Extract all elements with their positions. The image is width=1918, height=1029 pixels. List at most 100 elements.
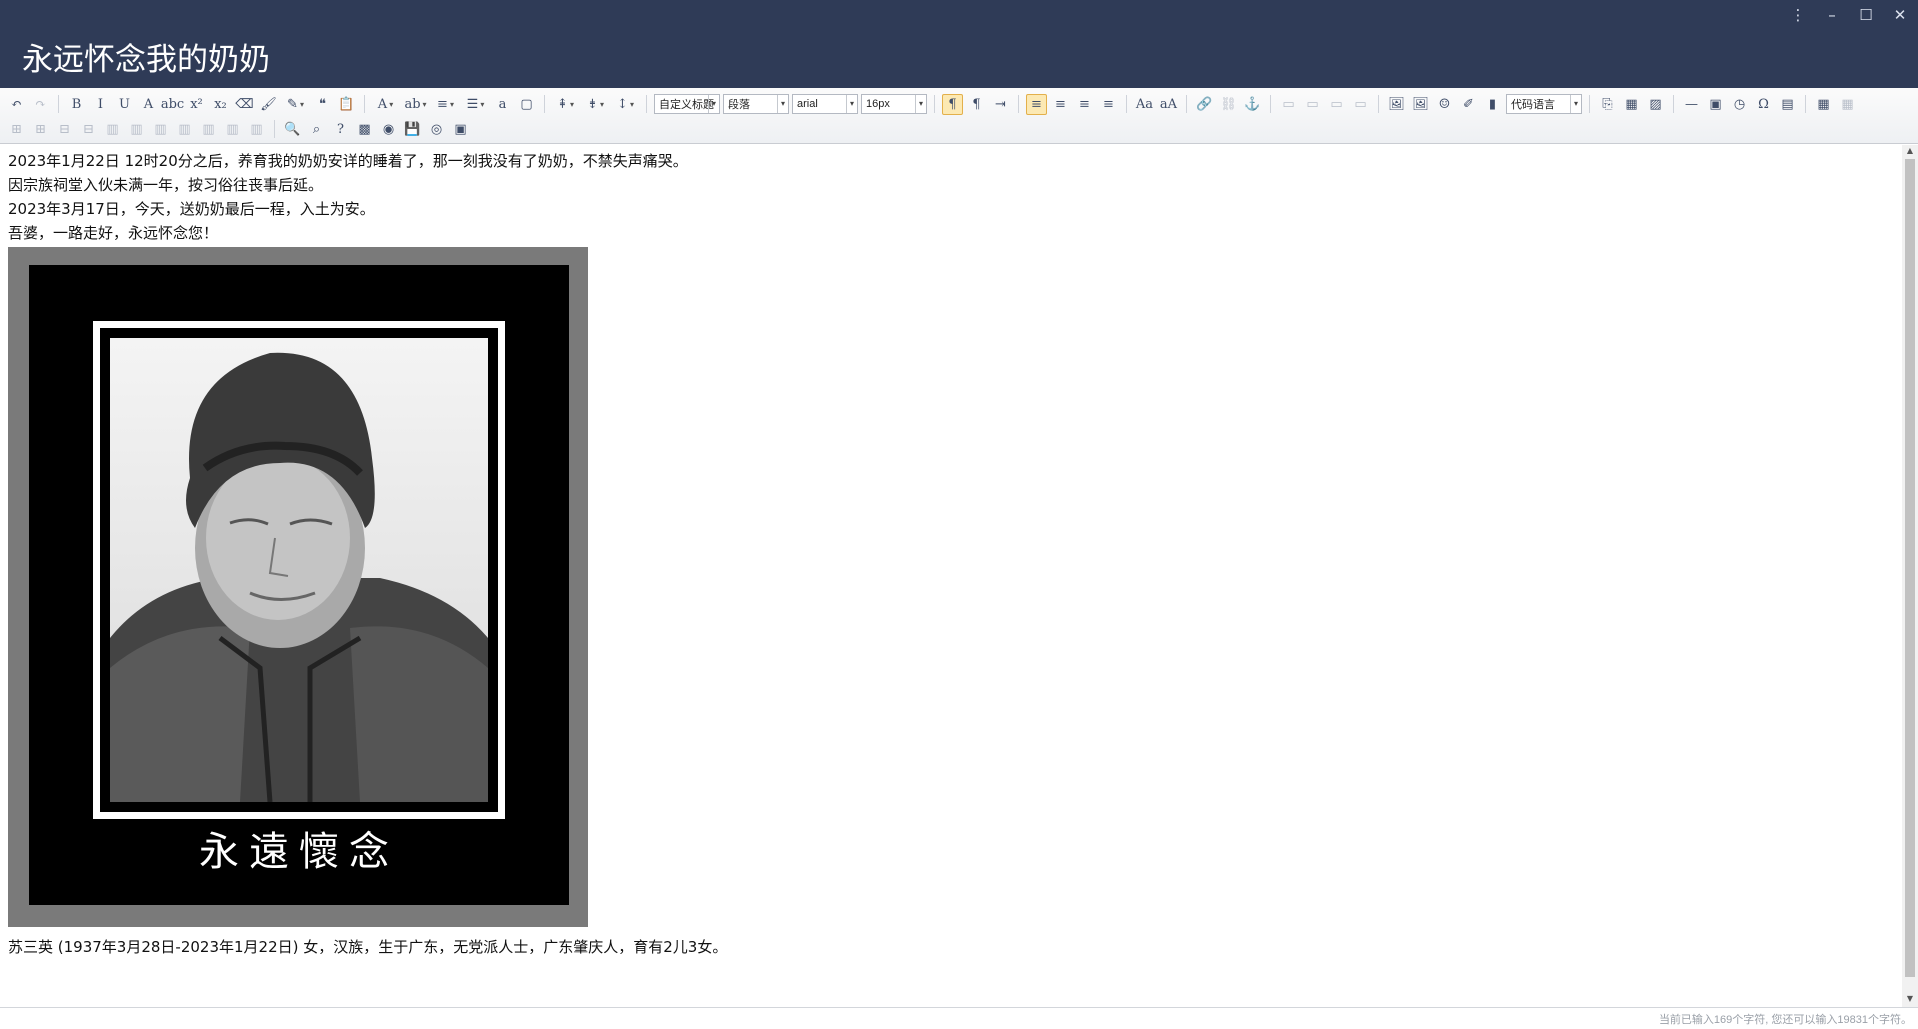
code-language-select[interactable]: 代码语言 — [1506, 94, 1582, 114]
close-icon[interactable]: ✕ — [1890, 4, 1910, 26]
highlight-color-icon[interactable]: ab — [402, 94, 429, 115]
scroll-up-icon[interactable]: ▲ — [1902, 146, 1918, 158]
split-cols-icon[interactable]: ▥ — [222, 119, 243, 140]
insert-video-icon[interactable]: ▮ — [1482, 94, 1503, 115]
align-right-icon[interactable]: ≡ — [1074, 94, 1095, 115]
toolbar-separator — [364, 95, 365, 113]
insert-col-icon[interactable]: ⊞ — [30, 119, 51, 140]
anchor-icon[interactable]: ⚓ — [1242, 94, 1263, 115]
italic-icon[interactable]: I — [90, 94, 111, 115]
help-icon[interactable]: ? — [330, 119, 351, 140]
autosave-icon[interactable]: ◉ — [378, 119, 399, 140]
merge-right-icon[interactable]: ▥ — [126, 119, 147, 140]
portrait-frame — [93, 321, 505, 819]
font-border-icon[interactable]: A — [138, 94, 159, 115]
auto-typeset-icon[interactable]: ✎ — [282, 94, 309, 115]
scrawl-icon[interactable]: ✐ — [1458, 94, 1479, 115]
clear-doc-icon[interactable]: ▢ — [516, 94, 537, 115]
editor-content[interactable]: 2023年1月22日 12时20分之后，养育我的奶奶安详的睡着了，那一刻我没有了… — [8, 149, 727, 959]
image-right-icon[interactable]: ▭ — [1326, 94, 1347, 115]
image-none-glyph: ▭ — [1282, 96, 1295, 112]
rtl-icon[interactable]: ¶ — [966, 94, 987, 115]
image-none-icon[interactable]: ▭ — [1278, 94, 1299, 115]
ordered-list-icon[interactable]: ≡ — [432, 94, 459, 115]
fullscreen-icon[interactable]: ▣ — [450, 119, 471, 140]
select-all-icon[interactable]: a — [492, 94, 513, 115]
subscript-icon[interactable]: x₂ — [210, 94, 231, 115]
image-center-icon[interactable]: ▭ — [1350, 94, 1371, 115]
minimize-icon[interactable]: – — [1822, 4, 1842, 26]
emotion-icon[interactable]: ☺ — [1434, 94, 1455, 115]
simple-upload-icon[interactable]: 🖼 — [1386, 94, 1407, 115]
underline-icon[interactable]: U — [114, 94, 135, 115]
image-center-glyph: ▭ — [1354, 96, 1367, 112]
simple-upload-glyph: 🖼 — [1388, 96, 1405, 112]
line-height-glyph: ↕ — [617, 96, 628, 112]
indent-icon[interactable]: ⇥ — [990, 94, 1011, 115]
lowercase-icon[interactable]: aA — [1158, 94, 1179, 115]
strikethrough-icon[interactable]: abc — [161, 94, 184, 115]
bold-icon[interactable]: B — [66, 94, 87, 115]
uppercase-icon[interactable]: Aa — [1134, 94, 1155, 115]
save-icon[interactable]: 💾 — [402, 119, 423, 140]
align-justify-icon[interactable]: ≡ — [1098, 94, 1119, 115]
redo-icon[interactable]: ↷ — [30, 94, 51, 115]
time-icon[interactable]: ◷ — [1729, 94, 1750, 115]
align-center-icon[interactable]: ≡ — [1050, 94, 1071, 115]
align-left-icon[interactable]: ≡ — [1026, 93, 1047, 115]
unlink-icon[interactable]: ⛓ — [1218, 94, 1239, 115]
font-size-select[interactable]: 16px — [861, 94, 927, 114]
split-rows-icon[interactable]: ▥ — [198, 119, 219, 140]
row-spacing-top-icon[interactable]: ⇞ — [552, 94, 579, 115]
scroll-down-icon[interactable]: ▼ — [1902, 994, 1918, 1006]
unordered-list-icon[interactable]: ☰ — [462, 94, 489, 115]
blockquote-icon[interactable]: ❝ — [312, 94, 333, 115]
row-spacing-bottom-glyph: ⇟ — [587, 96, 598, 112]
ordered-list-glyph: ≡ — [437, 96, 448, 112]
paragraph-select[interactable]: 段落 — [723, 94, 789, 114]
image-manage-icon[interactable]: ▩ — [354, 119, 375, 140]
merge-down-icon[interactable]: ▥ — [150, 119, 171, 140]
paste-plain-icon[interactable]: 📋 — [336, 94, 357, 115]
preview-icon[interactable]: 🔍 — [282, 119, 303, 140]
undo-icon[interactable]: ↶ — [6, 94, 27, 115]
wordimage-icon[interactable]: ▤ — [1777, 94, 1798, 115]
delete-row-icon[interactable]: ⊟ — [54, 119, 75, 140]
custom-style-select[interactable]: 自定义标题 — [654, 94, 720, 114]
insert-image-icon[interactable]: 🖼 — [1410, 94, 1431, 115]
portrait-photo — [110, 338, 488, 802]
font-color-icon[interactable]: A — [372, 94, 399, 115]
page-break-icon[interactable]: ⎘ — [1597, 94, 1618, 115]
search-replace-icon[interactable]: ⌕ — [306, 119, 327, 140]
editor-body[interactable]: 2023年1月22日 12时20分之后，养育我的奶奶安详的睡着了，那一刻我没有了… — [0, 145, 1902, 1007]
font-family-select[interactable]: arial — [792, 94, 858, 114]
line-height-icon[interactable]: ↕ — [612, 94, 639, 115]
date-icon[interactable]: ▣ — [1705, 94, 1726, 115]
delete-col-icon[interactable]: ⊟ — [78, 119, 99, 140]
menu-icon[interactable]: ⋮ — [1788, 4, 1808, 26]
spellcheck-icon[interactable]: ◎ — [426, 119, 447, 140]
insert-table-icon[interactable]: ▦ — [1813, 94, 1834, 115]
memorial-image[interactable]: 永遠懷念 — [8, 247, 588, 927]
link-icon[interactable]: 🔗 — [1194, 94, 1215, 115]
row-spacing-bottom-icon[interactable]: ⇟ — [582, 94, 609, 115]
image-left-icon[interactable]: ▭ — [1302, 94, 1323, 115]
merge-cells-icon[interactable]: ▥ — [102, 119, 123, 140]
split-cells-icon[interactable]: ▥ — [174, 119, 195, 140]
template-icon[interactable]: ▦ — [1621, 94, 1642, 115]
format-brush-icon[interactable]: 🖌 — [258, 94, 279, 115]
ltr-icon[interactable]: ¶ — [942, 93, 963, 115]
save-glyph: 💾 — [404, 121, 421, 137]
superscript-icon[interactable]: x² — [186, 94, 207, 115]
scrollbar-thumb[interactable] — [1905, 159, 1915, 977]
rtl-glyph: ¶ — [972, 96, 981, 112]
delete-table-icon[interactable]: ▦ — [1837, 94, 1858, 115]
chart-icon[interactable]: ▥ — [246, 119, 267, 140]
special-chars-icon[interactable]: Ω — [1753, 94, 1774, 115]
horizontal-rule-icon[interactable]: — — [1681, 94, 1702, 115]
maximize-icon[interactable]: ☐ — [1856, 4, 1876, 26]
remove-format-icon[interactable]: ⌫ — [234, 94, 255, 115]
background-icon[interactable]: ▨ — [1645, 94, 1666, 115]
insert-row-icon[interactable]: ⊞ — [6, 119, 27, 140]
vertical-scrollbar[interactable]: ▲ ▼ — [1902, 145, 1918, 1007]
